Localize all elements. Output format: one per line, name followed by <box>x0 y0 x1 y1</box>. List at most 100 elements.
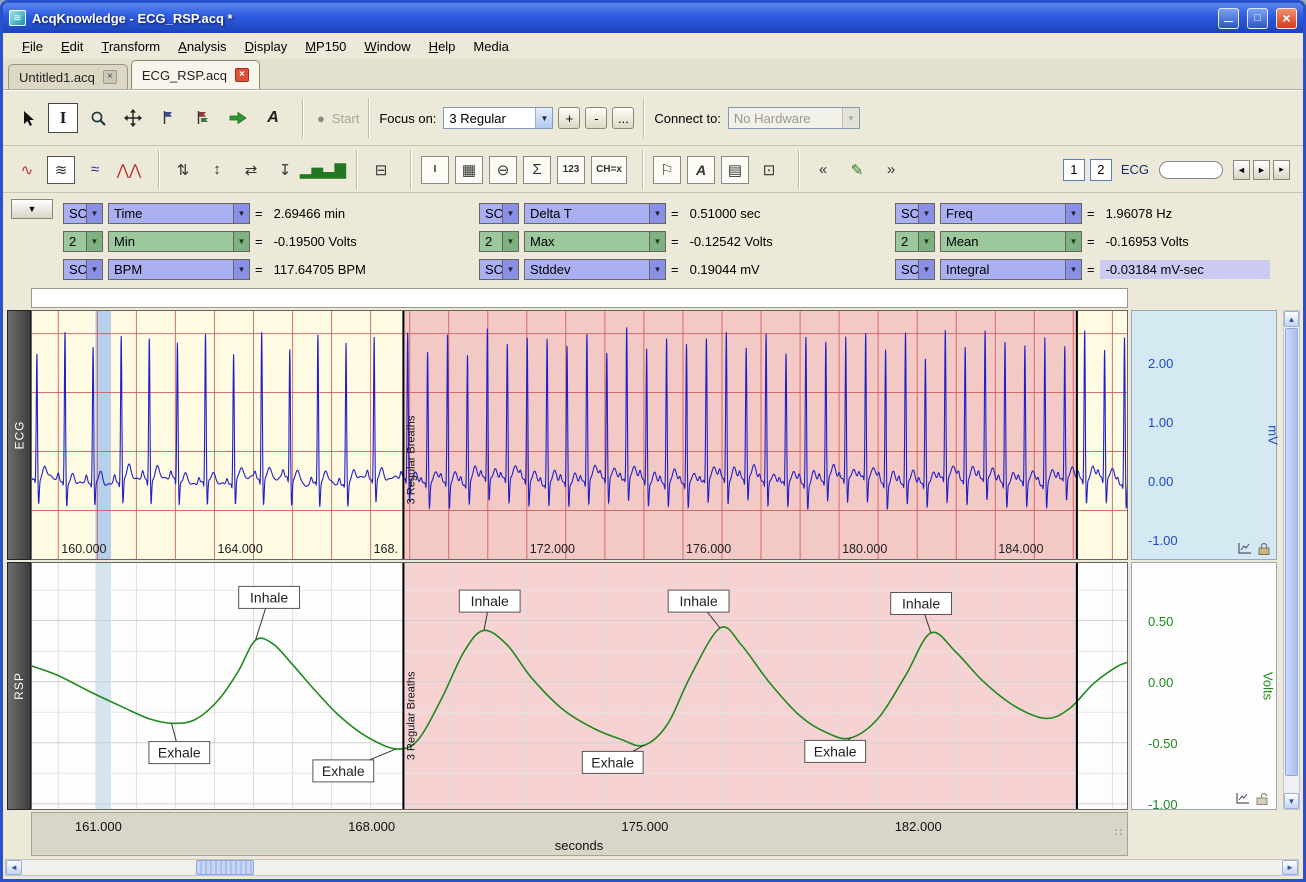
measurement-channel-select[interactable]: SC▼ <box>63 259 103 280</box>
minimize-button[interactable]: — <box>1218 8 1239 29</box>
axis-resize-grip[interactable]: ∷ <box>1115 826 1122 839</box>
autoscale-single-icon[interactable]: ↕ <box>203 156 231 184</box>
event-marker-tool[interactable] <box>153 103 183 133</box>
rsp-plot[interactable]: InhaleInhaleInhaleInhaleExhaleExhaleExha… <box>31 562 1128 810</box>
event-palette-tool[interactable] <box>188 103 218 133</box>
histogram-icon[interactable]: ▂▅▃▇ <box>305 156 341 184</box>
sum-cycles-icon[interactable]: Σ <box>523 156 551 184</box>
copy-icon[interactable]: ⊡ <box>755 156 783 184</box>
journal-icon[interactable]: ▤ <box>721 156 749 184</box>
scale-chart-icon[interactable] <box>1238 542 1252 555</box>
grid-options-icon[interactable]: ▦ <box>455 156 483 184</box>
measurement-channel-select[interactable]: 2▼ <box>479 231 519 252</box>
menu-transform[interactable]: Transform <box>92 36 169 57</box>
measurement-type-select[interactable]: Time▼ <box>108 203 250 224</box>
journal-pen-icon[interactable]: ✎ <box>843 156 871 184</box>
measurement-channel-select[interactable]: SC▼ <box>479 203 519 224</box>
menu-mp150[interactable]: MP150 <box>296 36 355 57</box>
start-button[interactable]: Start <box>332 111 359 126</box>
scroll-left-button[interactable]: ◄ <box>6 860 22 875</box>
tab-close-icon[interactable]: × <box>103 70 117 84</box>
measurement-type-select[interactable]: Stddev▼ <box>524 259 666 280</box>
menu-analysis[interactable]: Analysis <box>169 36 235 57</box>
channel-next-button[interactable]: ► <box>1253 160 1270 180</box>
scope-mode-icon[interactable]: ∿ <box>13 156 41 184</box>
event-marker-bar[interactable] <box>31 288 1128 308</box>
horizontal-scroll-thumb[interactable] <box>196 860 254 875</box>
ecg-scale-panel[interactable]: mV 2.001.000.00-1.00 <box>1131 310 1277 560</box>
title-bar[interactable]: ≋ AcqKnowledge - ECG_RSP.acq * — □ × <box>3 3 1303 33</box>
measurement-type-select[interactable]: Mean▼ <box>940 231 1082 252</box>
measurement-type-select[interactable]: Integral▼ <box>940 259 1082 280</box>
tick-options-icon[interactable]: I <box>421 156 449 184</box>
maximize-button[interactable]: □ <box>1247 8 1268 29</box>
measurement-type-select[interactable]: Delta T▼ <box>524 203 666 224</box>
hardware-meter-icon[interactable]: ⊖ <box>489 156 517 184</box>
printer-icon[interactable]: ⊟ <box>367 156 395 184</box>
toolbar-overflow-icon[interactable]: » <box>877 156 905 184</box>
measurement-type-select[interactable]: Min▼ <box>108 231 250 252</box>
horizontal-scrollbar[interactable]: ◄ ► <box>5 859 1299 876</box>
scale-chart-icon[interactable] <box>1236 792 1250 805</box>
tab-close-icon[interactable]: × <box>235 68 249 82</box>
media-rewind-icon[interactable]: « <box>809 156 837 184</box>
autoscale-horizontal-icon[interactable]: ⇄ <box>237 156 265 184</box>
measurement-type-select[interactable]: Freq▼ <box>940 203 1082 224</box>
measurement-channel-select[interactable]: 2▼ <box>63 231 103 252</box>
measurement-channel-select[interactable]: SC▼ <box>895 203 935 224</box>
move-tool[interactable] <box>118 103 148 133</box>
focus-on-select[interactable]: 3 Regular ▼ <box>443 107 553 129</box>
autoscale-vertical-icon[interactable]: ⇅ <box>169 156 197 184</box>
ecg-plot[interactable]: 160.000164.000168.172.000176.000180.0001… <box>31 310 1128 560</box>
text-annotation-tool[interactable]: A <box>258 103 288 133</box>
overlap-mode-icon[interactable]: ≈ <box>81 156 109 184</box>
menu-help[interactable]: Help <box>420 36 465 57</box>
measurement-channel-select[interactable]: SC▼ <box>479 259 519 280</box>
measurement-type-select[interactable]: Max▼ <box>524 231 666 252</box>
ecg-channel-strip[interactable]: ECG <box>7 310 31 560</box>
scroll-up-button[interactable]: ▲ <box>1284 311 1299 327</box>
expression-icon[interactable]: CH=x <box>591 156 627 184</box>
next-event-tool[interactable] <box>223 103 253 133</box>
channel-jump-button[interactable]: ▸ <box>1273 160 1290 180</box>
vertical-scrollbar[interactable]: ▲ ▼ <box>1283 310 1300 810</box>
unlock-icon[interactable] <box>1256 792 1270 805</box>
pin-baseline-icon[interactable]: ↧ <box>271 156 299 184</box>
chevron-down-icon[interactable]: ▼ <box>535 108 552 128</box>
measurement-channel-select[interactable]: SC▼ <box>63 203 103 224</box>
annotation-icon[interactable]: A <box>687 156 715 184</box>
measurement-toggle-button[interactable]: ▼ <box>11 199 53 219</box>
zoom-tool[interactable] <box>83 103 113 133</box>
menu-file[interactable]: File <box>13 36 52 57</box>
ibeam-select-tool[interactable]: I <box>48 103 78 133</box>
rsp-scale-panel[interactable]: Volts 0.500.00-0.50-1.00 <box>1131 562 1277 810</box>
menu-window[interactable]: Window <box>355 36 419 57</box>
numeric-display-icon[interactable]: 123 <box>557 156 585 184</box>
menu-edit[interactable]: Edit <box>52 36 92 57</box>
channel-1-button[interactable]: 1 <box>1063 159 1085 181</box>
channel-2-button[interactable]: 2 <box>1090 159 1112 181</box>
close-button[interactable]: × <box>1276 8 1297 29</box>
chart-mode-icon[interactable]: ≋ <box>47 156 75 184</box>
measurement-type-select[interactable]: BPM▼ <box>108 259 250 280</box>
select-tool[interactable] <box>13 103 43 133</box>
channel-prev-button[interactable]: ◄ <box>1233 160 1250 180</box>
tab-ecg-rsp[interactable]: ECG_RSP.acq × <box>131 60 260 89</box>
zoom-in-button[interactable]: + <box>558 107 580 129</box>
waveform-compare-icon[interactable]: ⋀⋀ <box>115 156 143 184</box>
channel-scroll-box[interactable] <box>1159 161 1223 179</box>
vertical-scroll-thumb[interactable] <box>1285 328 1298 776</box>
zoom-out-button[interactable]: - <box>585 107 607 129</box>
tab-untitled1[interactable]: Untitled1.acq × <box>8 64 128 89</box>
rsp-channel-strip[interactable]: RSP <box>7 562 31 810</box>
lock-icon[interactable] <box>1258 542 1270 555</box>
menu-media[interactable]: Media <box>464 36 517 57</box>
more-options-button[interactable]: ... <box>612 107 634 129</box>
scroll-down-button[interactable]: ▼ <box>1284 793 1299 809</box>
measurement-channel-select[interactable]: SC▼ <box>895 259 935 280</box>
menu-display[interactable]: Display <box>236 36 297 57</box>
scroll-right-button[interactable]: ► <box>1282 860 1298 875</box>
measurement-channel-select[interactable]: 2▼ <box>895 231 935 252</box>
exhale-annotation[interactable]: Exhale <box>805 738 866 763</box>
event-flag-icon[interactable]: ⚐ <box>653 156 681 184</box>
